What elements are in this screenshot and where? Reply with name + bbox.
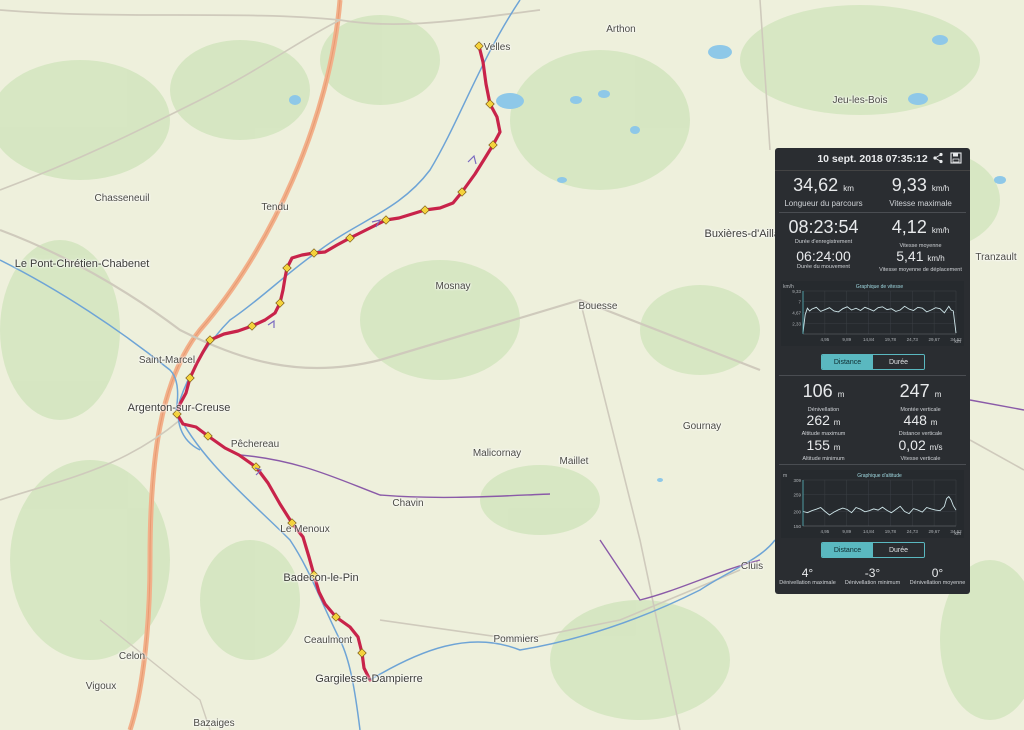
x-tick-label: 29,67 <box>928 337 940 342</box>
x-tick-label: 14,84 <box>863 337 875 342</box>
slope-max-stat: 4° Dénivellation maximale <box>779 566 836 586</box>
place-label: Bouesse <box>578 301 618 312</box>
x-tick-label: 24,73 <box>907 337 919 342</box>
place-label: Tranzault <box>975 252 1017 263</box>
place-label: Buxières-d'Aillac <box>704 228 786 240</box>
place-label: Velles <box>483 42 511 53</box>
x-tick-label: 19,78 <box>885 529 897 534</box>
elevation-chart-svg: Graphique d'altitudemkm1502002593094,95 9… <box>783 473 962 537</box>
length-stat: 34,62 km Longueur du parcours <box>784 175 863 208</box>
moving-duration-stat: 06:24:00 Durée du mouvement <box>796 248 851 270</box>
y-tick-label: 150 <box>793 524 801 529</box>
place-label: Badecon-le-Pin <box>283 572 359 584</box>
altitude-min-stat: 155 m Altitude minimum <box>802 437 845 462</box>
place-label: Mosnay <box>435 281 471 292</box>
chart-title: Graphique d'altitude <box>857 473 902 479</box>
place-label: Le Pont-Chrétien-Chabenet <box>14 258 150 270</box>
toggle-duration-speed[interactable]: Durée <box>873 355 924 369</box>
x-tick-label: 14,84 <box>863 529 875 534</box>
place-label: Maillet <box>559 456 589 467</box>
place-label: Arthon <box>606 24 636 35</box>
x-tick-label: 4,95 <box>820 529 829 534</box>
place-label: Gargilesse-Dampierre <box>315 673 423 685</box>
y-tick-label: 9,33 <box>792 289 801 294</box>
series-line <box>802 305 957 334</box>
track-stats-panel: 10 sept. 2018 07:35:12 34,62 km Longueur… <box>775 148 970 594</box>
toggle-distance-elevation[interactable]: Distance <box>822 543 873 557</box>
y-axis-unit: m <box>783 473 787 479</box>
place-label: Pommiers <box>493 634 539 645</box>
vertical-distance-stat: 448 m Distance verticale <box>898 412 943 437</box>
y-tick-label: 7 <box>798 300 801 305</box>
y-tick-label: 200 <box>793 510 801 515</box>
x-tick-label: 34,62 <box>950 529 962 534</box>
speed-chart-svg: Graphique de vitessekm/hkm2,334,6779,334… <box>783 284 962 345</box>
divider <box>779 464 966 465</box>
place-label: Saint-Marcel <box>138 355 196 366</box>
place-label: Chasseneuil <box>94 193 150 204</box>
avg-moving-speed-stat: 5,41 km/h Vitesse moyenne de déplacement <box>879 248 962 273</box>
x-tick-label: 34,62 <box>950 337 962 342</box>
x-tick-label: 9,89 <box>842 529 851 534</box>
share-icon[interactable] <box>932 152 944 164</box>
place-label: Pêchereau <box>230 439 280 450</box>
altitude-max-stat: 262 m Altitude maximum <box>801 412 846 437</box>
place-label: Cluis <box>740 561 764 572</box>
place-label: Ceaulmont <box>303 635 353 646</box>
place-label: Tendu <box>261 202 289 213</box>
avg-speed-stat: 4,12 km/h Vitesse moyenne <box>891 217 950 249</box>
vertical-speed-stat: 0,02 m/s Vitesse verticale <box>898 437 943 462</box>
x-tick-label: 4,95 <box>820 337 829 342</box>
place-label: Jeu-les-Bois <box>832 95 888 106</box>
series-line <box>802 495 957 516</box>
place-label: Gournay <box>682 421 722 432</box>
y-tick-label: 4,67 <box>792 310 801 315</box>
slope-avg-stat: 0° Dénivellation moyenne <box>909 566 966 586</box>
place-label: Chavin <box>392 498 424 509</box>
elevation-diff-stat: 106 m Dénivellation <box>802 381 845 413</box>
place-label: Celon <box>118 651 146 662</box>
panel-header: 10 sept. 2018 07:35:12 <box>775 148 970 171</box>
place-label: Vigoux <box>85 681 117 692</box>
divider <box>779 375 966 376</box>
recording-duration-stat: 08:23:54 Durée d'enregistrement <box>788 217 859 245</box>
y-tick-label: 2,33 <box>792 321 801 326</box>
place-label: Le Menoux <box>280 524 330 535</box>
place-label: Malicornay <box>472 448 522 459</box>
y-tick-label: 309 <box>793 478 801 483</box>
max-speed-stat: 9,33 km/h Vitesse maximale <box>889 175 952 208</box>
toggle-duration-elevation[interactable]: Durée <box>873 543 924 557</box>
elevation-chart: Graphique d'altitude m km 150 200 259 309 4,95 9… <box>781 470 964 538</box>
track-datetime: 10 sept. 2018 07:35:12 <box>817 153 928 165</box>
slope-min-stat: -3° Dénivellation minimum <box>844 566 901 586</box>
x-tick-label: 29,67 <box>928 529 940 534</box>
x-tick-label: 19,78 <box>885 337 897 342</box>
chart-title: Graphique de vitesse <box>856 284 903 290</box>
x-tick-label: 24,73 <box>907 529 919 534</box>
toggle-distance-speed[interactable]: Distance <box>822 355 873 369</box>
elevation-chart-toggle: Distance Durée <box>821 542 925 558</box>
speed-chart-toggle: Distance Durée <box>821 354 925 370</box>
x-tick-label: 9,89 <box>842 337 851 342</box>
y-tick-label: 259 <box>793 492 801 497</box>
climb-stat: 247 m Montée verticale <box>899 381 942 413</box>
place-label: Argenton-sur-Creuse <box>127 402 231 414</box>
place-label: Bazaiges <box>193 718 235 729</box>
speed-chart: Graphique de vitesse km/h km 2,33 4,67 7 9,33 4… <box>781 281 964 346</box>
floppy-disk-icon[interactable] <box>950 152 962 164</box>
divider <box>779 212 966 213</box>
